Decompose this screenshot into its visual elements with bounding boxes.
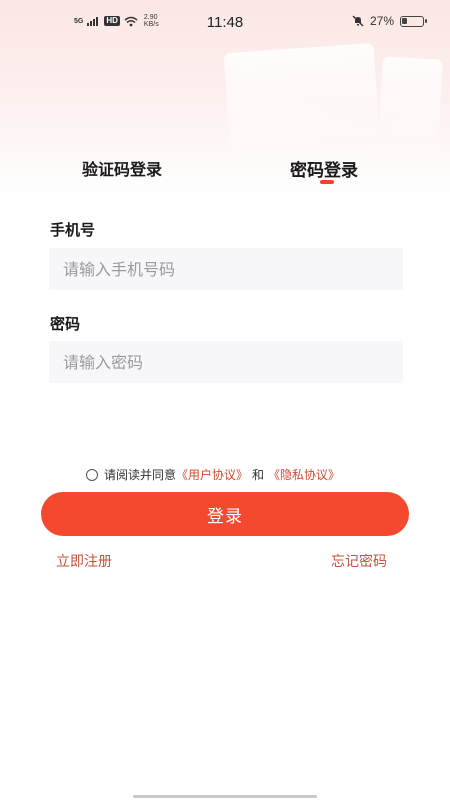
user-agreement-link[interactable]: 《用户协议》	[176, 466, 248, 483]
status-right: 27%	[352, 14, 427, 28]
password-label: 密码	[50, 315, 81, 333]
phone-label: 手机号	[50, 221, 96, 239]
agreement-and: 和	[252, 468, 265, 482]
active-tab-indicator	[320, 180, 334, 184]
register-link[interactable]: 立即注册	[56, 551, 112, 571]
status-bar: 5G HD 2.90 KB/s 11:48 27%	[0, 0, 450, 44]
tab-password-login[interactable]: 密码登录	[290, 156, 358, 181]
battery-percent: 27%	[369, 14, 394, 28]
tab-sms-login[interactable]: 验证码登录	[82, 156, 162, 180]
phone-input[interactable]	[49, 248, 403, 290]
battery-icon	[400, 15, 427, 27]
home-indicator[interactable]	[133, 795, 317, 798]
password-input[interactable]	[49, 341, 403, 383]
forgot-password-link[interactable]: 忘记密码	[331, 551, 387, 571]
battery-level	[402, 17, 407, 24]
agreement-radio[interactable]	[86, 468, 98, 481]
bell-muted-icon	[352, 15, 364, 27]
agreement-prefix: 请阅读并同意	[104, 468, 177, 482]
agreement-row: 请阅读并同意 《用户协议》 和 《隐私协议》	[86, 466, 340, 483]
privacy-policy-link[interactable]: 《隐私协议》	[268, 466, 340, 483]
login-button[interactable]: 登录	[41, 492, 409, 536]
decorative-card	[377, 56, 443, 170]
